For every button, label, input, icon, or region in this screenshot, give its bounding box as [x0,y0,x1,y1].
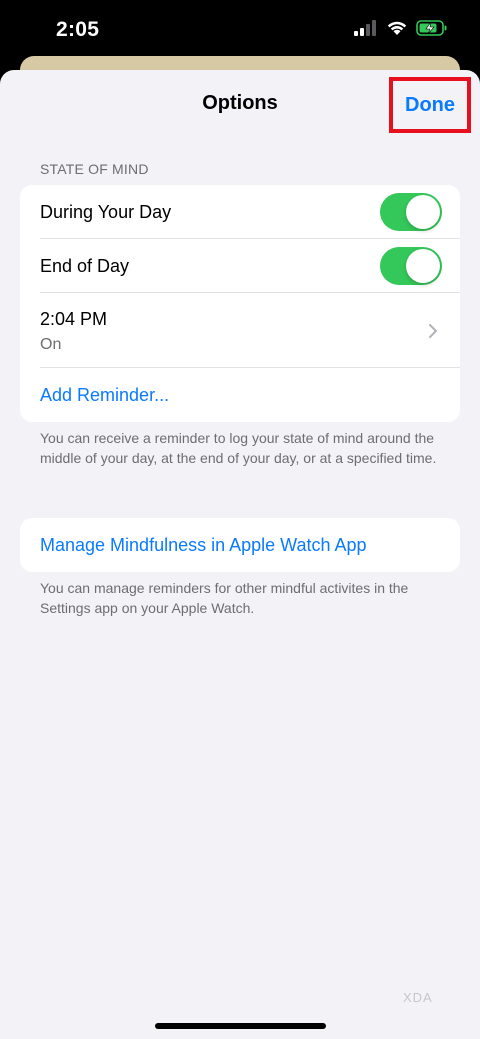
watermark: XDA [403,990,433,1005]
end-of-day-toggle[interactable] [380,247,442,285]
status-icons [354,20,448,36]
toggle-knob [406,195,440,229]
done-button[interactable]: Done [405,94,455,117]
reminder-time-label: 2:04 PM [40,309,108,329]
during-your-day-label: During Your Day [40,202,172,222]
toggle-knob [406,249,440,283]
done-highlight-box: Done [389,77,471,133]
during-your-day-toggle[interactable] [380,193,442,231]
chevron-right-icon [429,324,437,338]
row-manage-mindfulness[interactable]: Manage Mindfulness in Apple Watch App [20,518,460,572]
status-bar: 2:05 [0,0,480,60]
reminder-status: On [40,336,62,353]
watch-footnote: You can manage reminders for other mindf… [40,580,409,616]
section-header-state-of-mind: STATE OF MIND [40,161,149,177]
end-of-day-label: End of Day [40,256,130,276]
cellular-signal-icon [354,20,376,36]
wifi-icon [387,21,407,35]
row-add-reminder[interactable]: Add Reminder... [20,368,460,422]
row-reminder-time[interactable]: 2:04 PM On [20,293,460,368]
status-time: 2:05 [56,18,100,41]
watch-group: Manage Mindfulness in Apple Watch App [20,518,460,572]
state-of-mind-footnote: You can receive a reminder to log your s… [40,430,437,466]
add-reminder-button[interactable]: Add Reminder... [40,385,169,406]
row-end-of-day: End of Day [20,239,460,293]
battery-charging-icon [416,20,447,36]
row-during-your-day: During Your Day [20,185,460,239]
home-indicator[interactable] [155,1023,326,1029]
options-sheet: Options Done STATE OF MIND During Your D… [0,70,480,1039]
state-of-mind-group: During Your Day End of Day 2:04 PM On Ad… [20,185,460,422]
manage-mindfulness-button[interactable]: Manage Mindfulness in Apple Watch App [40,535,367,556]
